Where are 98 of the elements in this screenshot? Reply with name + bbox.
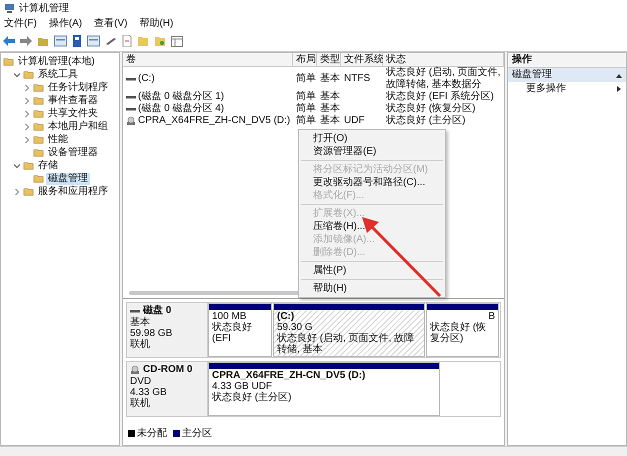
chevron-right-icon[interactable] (13, 188, 21, 196)
table-cell-text: 简单 (296, 91, 316, 102)
cd-drive-icon (130, 365, 140, 375)
disk-info: DVD (130, 376, 152, 387)
disk-info: 联机 (130, 398, 150, 409)
legend-label: 主分区 (182, 426, 212, 440)
table-cell: UDF (344, 115, 365, 127)
table-cell: NTFS (344, 73, 370, 85)
chevron-right-icon[interactable] (23, 84, 31, 92)
folder-icon[interactable] (154, 35, 166, 47)
chevron-right-icon[interactable] (23, 110, 31, 118)
partition[interactable]: (C:) 59.30 G 状态良好 (启动, 页面文件, 故障转储, 基本 (273, 303, 425, 357)
menu-item[interactable]: 帮助(H) (139, 17, 174, 30)
drive-icon (130, 308, 140, 314)
disk-info: 基本 (130, 317, 150, 328)
table-cell: 状态良好 (启动, 页面文件, 故障转储, 基本数据分 (386, 67, 500, 90)
folder-icon (3, 56, 14, 67)
pen-icon[interactable] (105, 36, 117, 46)
column-header[interactable]: 文件系统 (341, 53, 383, 67)
menu-item[interactable]: 操作(A) (48, 17, 82, 30)
menu-item[interactable]: 压缩卷(H)... (299, 220, 445, 233)
table-cell: CPRA_X64FRE_ZH-CN_DV5 (D:) (138, 115, 290, 127)
tree-item[interactable]: 性能 (46, 134, 70, 146)
folder-icon (33, 95, 44, 106)
folder-icon (33, 121, 44, 132)
table-cell: 基本 (320, 73, 340, 85)
window-icon[interactable] (54, 35, 67, 47)
column-header[interactable]: 类型 (317, 53, 341, 67)
table-cell-text: 基本 (320, 91, 340, 102)
table-cell: (C:) (138, 73, 155, 85)
chevron-down-icon[interactable] (13, 70, 21, 78)
folder-icon (33, 108, 44, 119)
table-cell-text: 基本 (320, 103, 340, 114)
document-icon[interactable] (122, 35, 132, 47)
window-title: 计算机管理 (19, 2, 69, 15)
tree-item[interactable]: 设备管理器 (46, 146, 100, 158)
tree-item[interactable]: 磁盘管理 (46, 172, 90, 184)
tree-item[interactable]: 系统工具 (36, 68, 80, 80)
forward-arrow-icon[interactable] (20, 36, 32, 46)
action-item[interactable]: 更多操作 (508, 82, 626, 96)
legend-label: 未分配 (137, 426, 167, 440)
tree-item[interactable]: 计算机管理(本地) (16, 56, 97, 68)
actions-section[interactable]: 磁盘管理 (508, 68, 626, 82)
caret-right-icon (617, 86, 622, 92)
disk-info: 59.98 GB (130, 328, 172, 339)
menu-item[interactable]: 帮助(H) (299, 282, 445, 295)
folder-icon (23, 69, 34, 80)
table-cell: 状态良好 (恢复分区) (386, 103, 476, 114)
folder-icon (33, 173, 44, 184)
menu-item[interactable]: 查看(V) (94, 17, 128, 30)
tree-item[interactable]: 本地用户和组 (46, 120, 110, 132)
disk-info: 4.33 GB (130, 387, 167, 398)
book-icon[interactable] (72, 35, 82, 47)
menu-item[interactable]: 文件(F) (4, 17, 37, 30)
tree-item[interactable]: 共享文件夹 (46, 108, 100, 120)
table-cell: (磁盘 0 磁盘分区 4) (138, 103, 224, 115)
table-cell: 状态良好 (EFI 系统分区) (386, 91, 494, 102)
tree-item[interactable]: 存储 (36, 160, 60, 172)
chevron-right-icon[interactable] (23, 122, 31, 130)
disk-info: 联机 (130, 339, 150, 350)
partition[interactable]: CPRA_X64FRE_ZH-CN_DV5 (D:) 4.33 GB UDF 状态良好 (主分区) (208, 362, 440, 416)
column-header[interactable]: 卷 (123, 53, 293, 67)
table-cell: 状态良好 (主分区) (386, 115, 466, 126)
menu-item[interactable]: 更改驱动器号和路径(C)... (299, 176, 445, 189)
folder-icon (23, 160, 34, 171)
table-cell: (磁盘 0 磁盘分区 1) (138, 91, 224, 103)
folder-icon (33, 82, 44, 93)
folder-icon (33, 134, 44, 145)
partition[interactable]: B 状态良好 (恢复分区) (426, 303, 499, 357)
computer-icon (4, 2, 15, 14)
table-cell: 基本 (320, 115, 340, 127)
menu-item[interactable]: 属性(P) (299, 264, 445, 277)
disk-name: 磁盘 0 (143, 305, 172, 316)
menu-item[interactable]: 资源管理器(E) (299, 145, 445, 158)
folder-icon (23, 186, 34, 197)
window-icon[interactable] (87, 35, 100, 47)
window-icon[interactable] (171, 36, 183, 46)
tree-item[interactable]: 事件查看器 (46, 94, 100, 106)
drive-icon (126, 76, 136, 82)
chevron-right-icon[interactable] (23, 136, 31, 144)
menu-item[interactable]: 打开(O) (299, 132, 445, 145)
column-header[interactable]: 布局 (293, 53, 317, 67)
disk-name: CD-ROM 0 (143, 364, 192, 376)
tree-item[interactable]: 服务和应用程序 (36, 186, 110, 198)
folder-icon (33, 147, 44, 158)
actions-header: 操作 (508, 53, 626, 68)
table-cell: 简单 (296, 73, 316, 85)
chevron-right-icon[interactable] (23, 96, 31, 104)
caret-up-icon (616, 72, 622, 78)
folder-icon[interactable] (37, 35, 49, 47)
table-cell-text: 简单 (296, 103, 316, 114)
chevron-down-icon[interactable] (13, 162, 21, 170)
cd-drive-icon (126, 116, 136, 126)
back-arrow-icon[interactable] (3, 36, 15, 46)
table-cell: 简单 (296, 115, 316, 127)
tree-item[interactable]: 任务计划程序 (46, 82, 110, 94)
column-header[interactable]: 状态 (383, 53, 504, 67)
partition[interactable]: 100 MB 状态良好 (EFI (208, 303, 272, 357)
